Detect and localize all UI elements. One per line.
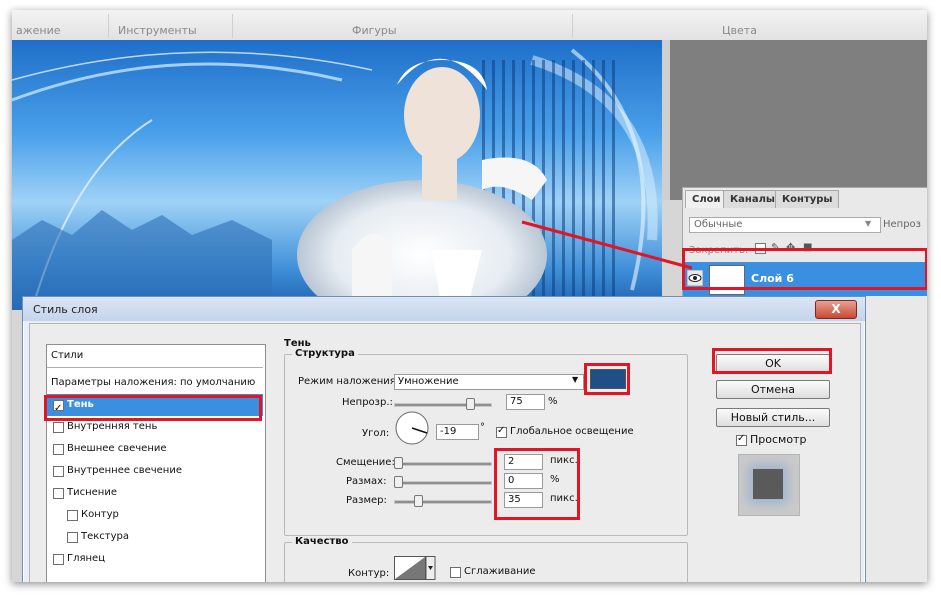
color-highlight-box [584, 363, 630, 395]
style-checkbox[interactable] [53, 444, 64, 455]
opacity-unit: % [548, 396, 558, 407]
new-style-button[interactable]: Новый стиль... [716, 408, 830, 427]
preview-checkbox[interactable] [736, 433, 747, 446]
antialias-checkbox[interactable] [450, 567, 461, 578]
style-item-label: Глянец [67, 553, 106, 564]
opacity-label: Непрозр.: [342, 397, 393, 408]
contour-preview-icon[interactable] [394, 556, 436, 580]
spread-slider[interactable] [394, 481, 492, 485]
values-highlight-box [494, 448, 580, 520]
style-checkbox[interactable] [67, 532, 78, 543]
dialog-body: Стили Параметры наложения: по умолчанию … [29, 323, 861, 582]
ok-highlight-box [712, 348, 832, 374]
size-slider[interactable] [394, 500, 492, 504]
blend-mode-select[interactable]: Умножение [394, 374, 584, 390]
structure-title: Структура [292, 348, 358, 359]
blend-mode-label: Режим наложения: [298, 376, 400, 387]
style-item-inner-glow[interactable]: Внутреннее свечение [47, 460, 263, 482]
style-item-satin[interactable]: Глянец [47, 548, 263, 570]
styles-list: Стили Параметры наложения: по умолчанию … [46, 344, 266, 582]
angle-unit: ° [480, 422, 485, 433]
style-item-outer-glow[interactable]: Внешнее свечение [47, 438, 263, 460]
global-light-checkbox[interactable] [496, 425, 507, 438]
angle-label: Угол: [362, 428, 390, 439]
angle-dial-icon[interactable] [394, 410, 430, 446]
distance-label: Смещение: [336, 457, 395, 468]
layer-style-dialog: Стиль слоя X Стили Параметры наложения: … [22, 296, 866, 582]
styles-header-label: Стили [51, 350, 84, 361]
preview-label: Просмотр [750, 433, 807, 446]
size-slider-handle[interactable] [414, 495, 423, 507]
style-item-label: Контур [81, 509, 119, 520]
size-label: Размер: [346, 495, 387, 506]
distance-slider-handle[interactable] [394, 457, 403, 469]
style-item-contour[interactable]: Контур [47, 504, 263, 526]
dialog-titlebar[interactable]: Стиль слоя X [23, 297, 865, 321]
angle-input[interactable]: -19 [436, 424, 479, 440]
cancel-button[interactable]: Отмена [716, 380, 830, 399]
style-checkbox[interactable] [67, 510, 78, 521]
antialias-label: Сглаживание [464, 566, 536, 577]
style-item-bevel[interactable]: Тиснение [47, 482, 263, 504]
quality-title: Качество [292, 536, 352, 547]
spread-slider-handle[interactable] [394, 476, 403, 488]
style-checkbox[interactable] [53, 466, 64, 477]
chevron-down-icon[interactable]: ▼ [572, 375, 578, 384]
styles-header[interactable]: Стили [47, 345, 263, 368]
style-checkbox[interactable] [53, 488, 64, 499]
style-preview-box [738, 454, 800, 516]
style-item-label: Тиснение [67, 487, 117, 498]
style-checkbox[interactable] [53, 422, 64, 433]
style-item-label: Текстура [81, 531, 130, 542]
close-button[interactable]: X [815, 300, 857, 319]
style-item-texture[interactable]: Текстура [47, 526, 263, 548]
spread-label: Размах: [346, 476, 387, 487]
opacity-slider-handle[interactable] [466, 398, 475, 410]
style-item-label: Внутреннее свечение [67, 465, 182, 476]
style-item-label: Внешнее свечение [67, 443, 167, 454]
style-preview-swatch [753, 469, 783, 499]
shadow-item-highlight-box [44, 395, 262, 421]
global-light-label: Глобальное освещение [510, 426, 634, 437]
contour-label: Контур: [348, 568, 390, 579]
opacity-slider[interactable] [394, 403, 492, 407]
layer-highlight-box [682, 248, 927, 290]
style-checkbox[interactable] [53, 554, 64, 565]
style-item-label: Параметры наложения: по умолчанию [51, 377, 256, 388]
opacity-input[interactable]: 75 [506, 394, 545, 410]
photoshop-screenshot: ажение Инструменты Фигуры Цвета Слои Кан… [12, 10, 927, 582]
distance-slider[interactable] [394, 462, 492, 466]
dialog-title: Стиль слоя [33, 303, 98, 316]
style-item-blend-defaults[interactable]: Параметры наложения: по умолчанию [47, 372, 263, 394]
